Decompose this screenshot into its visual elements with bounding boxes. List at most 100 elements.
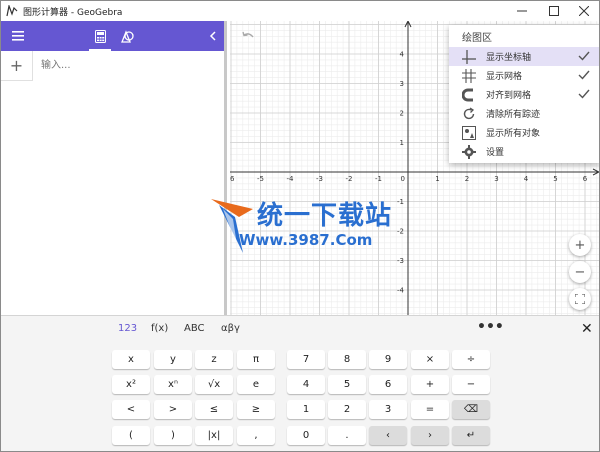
keyboard-tab-functions[interactable]: f(x) <box>151 323 168 334</box>
key-right-arrow[interactable]: › <box>411 426 449 445</box>
geogebra-app-icon <box>5 4 19 18</box>
x-tick-label: -6 <box>230 175 235 183</box>
key-comma[interactable]: , <box>237 426 275 445</box>
algebra-header <box>1 21 224 51</box>
key-4[interactable]: 4 <box>287 375 325 394</box>
check-icon <box>578 70 590 80</box>
window-title: 图形计算器 - GeoGebra <box>23 7 123 18</box>
maximize-button[interactable] <box>539 1 569 21</box>
keyboard-tab-greek[interactable]: αβγ <box>221 323 240 334</box>
collapse-panel-icon[interactable] <box>200 21 226 51</box>
close-window-button[interactable] <box>569 1 599 21</box>
key-z[interactable]: z <box>195 350 233 369</box>
key-enter[interactable]: ↵ <box>452 426 490 445</box>
gear-icon <box>461 144 477 160</box>
x-tick-label: 2 <box>465 175 469 183</box>
key-left-arrow[interactable]: ‹ <box>369 426 407 445</box>
check-icon <box>578 89 590 99</box>
refresh-icon <box>461 106 477 122</box>
show-all-icon <box>461 125 477 141</box>
close-keyboard-icon[interactable]: ✕ <box>581 321 593 337</box>
y-tick-label: 1 <box>400 139 404 147</box>
key-backspace[interactable]: ⌫ <box>452 400 490 419</box>
watermark-url: Www.3987.Com <box>239 231 373 249</box>
x-tick-label: 0 <box>401 175 405 183</box>
menu-item-show-grid[interactable]: 显示网格 <box>449 66 599 85</box>
key-square[interactable]: x² <box>112 375 150 394</box>
active-tab-indicator <box>89 49 111 51</box>
x-tick-label: 6 <box>583 175 588 183</box>
menu-item-snap-to-grid[interactable]: 对齐到网格 <box>449 85 599 104</box>
zoom-out-button[interactable]: − <box>569 261 591 283</box>
key-7[interactable]: 7 <box>287 350 325 369</box>
menu-item-label: 显示所有对象 <box>486 129 541 139</box>
x-tick-label: 3 <box>494 175 498 183</box>
y-tick-label: 3 <box>400 80 404 88</box>
key-abs[interactable]: |x| <box>195 426 233 445</box>
undo-icon[interactable] <box>240 29 256 45</box>
menu-item-settings[interactable]: 设置 <box>449 142 599 161</box>
menu-item-show-axes[interactable]: 显示坐标轴 <box>449 47 599 66</box>
key-greater-equal[interactable]: ≥ <box>237 400 275 419</box>
x-tick-label: 5 <box>553 175 557 183</box>
key-0[interactable]: 0 <box>287 426 325 445</box>
algebra-input[interactable] <box>33 50 224 81</box>
hamburger-menu-icon[interactable] <box>5 21 31 51</box>
keyboard-tab-letters[interactable]: ABC <box>184 323 205 334</box>
key-6[interactable]: 6 <box>369 375 407 394</box>
x-tick-label: -3 <box>316 175 323 183</box>
key-9[interactable]: 9 <box>369 350 407 369</box>
key-2[interactable]: 2 <box>328 400 366 419</box>
key-less-equal[interactable]: ≤ <box>195 400 233 419</box>
menu-item-label: 显示坐标轴 <box>486 53 532 63</box>
algebra-panel: + <box>1 21 227 315</box>
menu-item-show-all-objects[interactable]: 显示所有对象 <box>449 123 599 142</box>
graphics-context-menu: 绘图区 显示坐标轴 显示网格 对齐到网格 清除所有踪迹 显示所有对象 设置 <box>449 25 599 163</box>
key-plus[interactable]: + <box>411 375 449 394</box>
key-pi[interactable]: π <box>237 350 275 369</box>
x-tick-label: 4 <box>524 175 529 183</box>
menu-item-label: 清除所有踪迹 <box>486 110 541 120</box>
key-power[interactable]: xⁿ <box>154 375 192 394</box>
key-greater[interactable]: > <box>154 400 192 419</box>
key-equals[interactable]: = <box>411 400 449 419</box>
key-close-paren[interactable]: ) <box>154 426 192 445</box>
key-e[interactable]: e <box>237 375 275 394</box>
key-minus[interactable]: − <box>452 375 490 394</box>
virtual-keyboard: 123 f(x) ABC αβγ ••• ✕ x y z π x² xⁿ √x … <box>1 315 599 451</box>
key-open-paren[interactable]: ( <box>112 426 150 445</box>
key-5[interactable]: 5 <box>328 375 366 394</box>
x-tick-label: 1 <box>435 175 439 183</box>
key-1[interactable]: 1 <box>287 400 325 419</box>
menu-item-clear-traces[interactable]: 清除所有踪迹 <box>449 104 599 123</box>
watermark-title: 统一下载站 <box>257 201 393 231</box>
key-less[interactable]: < <box>112 400 150 419</box>
zoom-in-button[interactable]: + <box>569 234 591 256</box>
x-tick-label: -5 <box>257 175 264 183</box>
menu-item-label: 对齐到网格 <box>486 91 532 101</box>
input-row: + <box>1 50 224 81</box>
fullscreen-button[interactable] <box>569 288 591 310</box>
y-tick-label: 2 <box>400 110 404 118</box>
grid-icon <box>461 68 477 84</box>
menu-title: 绘图区 <box>462 32 492 44</box>
key-x[interactable]: x <box>112 350 150 369</box>
watermark: 统一下载站 Www.3987.Com <box>209 195 399 257</box>
x-tick-label: -2 <box>346 175 353 183</box>
key-3[interactable]: 3 <box>369 400 407 419</box>
key-decimal[interactable]: . <box>328 426 366 445</box>
title-bar: 图形计算器 - GeoGebra <box>1 1 599 21</box>
minimize-button[interactable] <box>507 1 537 21</box>
key-multiply[interactable]: × <box>411 350 449 369</box>
add-item-button[interactable]: + <box>1 50 33 81</box>
tools-tab-icon[interactable] <box>115 21 141 51</box>
y-tick-label: 4 <box>400 51 405 59</box>
key-y[interactable]: y <box>154 350 192 369</box>
keyboard-tab-numbers[interactable]: 123 <box>118 323 137 334</box>
more-options-icon[interactable]: ••• <box>477 319 504 335</box>
calculator-tab-icon[interactable] <box>87 21 113 51</box>
key-8[interactable]: 8 <box>328 350 366 369</box>
key-sqrt[interactable]: √x <box>195 375 233 394</box>
key-divide[interactable]: ÷ <box>452 350 490 369</box>
keyboard-tabs: 123 f(x) ABC αβγ ••• ✕ <box>1 316 599 342</box>
